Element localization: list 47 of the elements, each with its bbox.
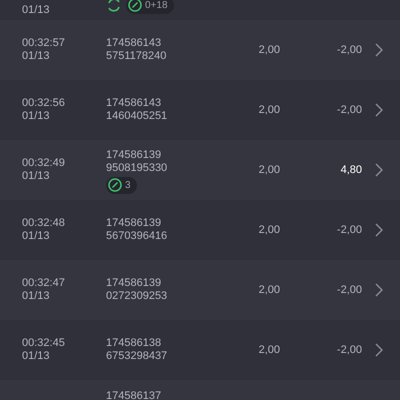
- id-text: 5670396416: [106, 230, 168, 243]
- chevron-right-icon: [375, 343, 383, 357]
- time-text: 00:32:48: [22, 217, 66, 230]
- date-text: 01/13: [22, 4, 51, 16]
- id-text: 174586139: [106, 217, 162, 230]
- stake-text: 2,00: [258, 342, 280, 358]
- stake-text: 2,00: [258, 162, 280, 178]
- count-badge: 3: [106, 176, 137, 194]
- date-text: 01/13: [22, 350, 51, 363]
- chevron-right-icon: [375, 43, 383, 57]
- id-text: 174586139: [106, 148, 162, 162]
- chevron-right-icon: [375, 283, 383, 297]
- date-text: 01/13: [22, 50, 51, 63]
- id-text: 174586137: [106, 390, 162, 400]
- id-text: 0272309253: [106, 290, 168, 303]
- date-text: 01/13: [22, 170, 51, 183]
- time-text: 00:32:49: [22, 157, 66, 170]
- stake-text: 2,00: [258, 102, 280, 118]
- result-text: -2,00: [336, 342, 362, 358]
- time-text: 00:32:56: [22, 97, 66, 110]
- id-text: 1460405251: [106, 110, 168, 123]
- id-text: 6753298437: [106, 350, 168, 363]
- result-text: -2,00: [336, 222, 362, 238]
- date-text: 01/13: [22, 110, 51, 123]
- chevron-right-icon: [375, 163, 383, 177]
- count-badge: 0+18: [126, 0, 174, 14]
- date-text: 01/13: [22, 290, 51, 303]
- stake-text: 2,00: [258, 282, 280, 298]
- result-text: -2,00: [336, 102, 362, 118]
- time-text: 00:32:45: [22, 337, 66, 350]
- chevron-right-icon: [375, 223, 383, 237]
- stake-text: 2,00: [258, 42, 280, 58]
- stake-text: 2,00: [258, 222, 280, 238]
- id-text: 174586143: [106, 37, 162, 50]
- refresh-icon: [106, 0, 122, 13]
- chevron-right-icon: [375, 103, 383, 117]
- result-text: -2,00: [336, 282, 362, 298]
- id-text: 174586138: [106, 337, 162, 350]
- time-text: 00:32:47: [22, 277, 66, 290]
- id-text: 5751178240: [106, 50, 166, 63]
- date-text: 01/13: [22, 230, 51, 243]
- id-text: 9508195330: [106, 162, 168, 174]
- result-text: 4,80: [340, 162, 362, 178]
- id-text: 174586143: [106, 97, 162, 110]
- id-text: 174586139: [106, 277, 162, 290]
- time-text: 00:32:57: [22, 37, 66, 50]
- result-text: -2,00: [336, 42, 362, 58]
